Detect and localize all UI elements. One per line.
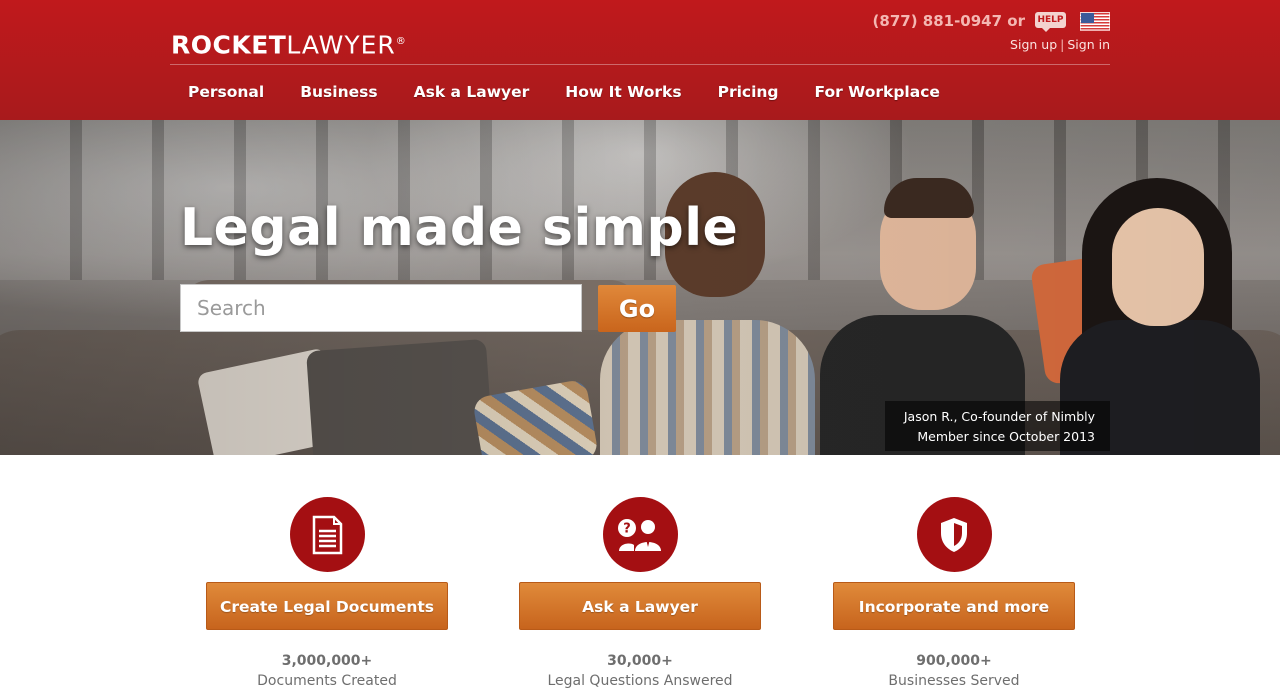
- nav-item-business[interactable]: Business: [282, 72, 395, 112]
- caption-line: Member since October 2013: [917, 429, 1095, 444]
- us-flag-icon[interactable]: [1080, 11, 1110, 31]
- logo-registered-mark: ®: [395, 36, 407, 47]
- go-button[interactable]: Go: [598, 285, 676, 332]
- help-bubble-icon[interactable]: HELP: [1035, 9, 1067, 33]
- incorporate-and-more-button[interactable]: Incorporate and more: [833, 582, 1075, 630]
- lawyer-question-icon[interactable]: ?: [602, 497, 678, 572]
- nav-item-how-it-works[interactable]: How It Works: [547, 72, 699, 112]
- document-icon[interactable]: [289, 497, 365, 572]
- auth-separator: |: [1060, 37, 1065, 52]
- nav-item-personal[interactable]: Personal: [170, 72, 282, 112]
- feature-incorporate: Incorporate and more 900,000+ Businesses…: [833, 497, 1075, 691]
- nav-item-pricing[interactable]: Pricing: [700, 72, 797, 112]
- help-bubble-tail: [1041, 27, 1051, 32]
- help-label: HELP: [1035, 12, 1066, 28]
- auth-links: Sign up | Sign in: [1010, 37, 1110, 52]
- caption-line: Jason R., Co-founder of Nimbly: [903, 409, 1095, 424]
- site-header: ROCKETLAWYER® (877) 881-0947 or HELP Sig…: [0, 0, 1280, 120]
- flag-canton: [1081, 12, 1094, 23]
- logo-light-text: LAWYER: [286, 30, 396, 60]
- stat-label: Documents Created: [257, 673, 397, 689]
- shield-icon[interactable]: [916, 497, 992, 572]
- header-divider: [170, 64, 1110, 65]
- nav-item-ask-a-lawyer[interactable]: Ask a Lawyer: [396, 72, 548, 112]
- sign-up-link[interactable]: Sign up: [1010, 37, 1057, 52]
- hero-banner: Legal made simple Go Jason R., Co-founde…: [0, 120, 1280, 455]
- stat-value: 3,000,000+: [281, 653, 373, 669]
- sign-in-link[interactable]: Sign in: [1067, 37, 1110, 52]
- create-legal-documents-button[interactable]: Create Legal Documents: [206, 582, 448, 630]
- hero-headline: Legal made simple: [180, 198, 739, 258]
- stat-value: 30,000+: [607, 653, 673, 669]
- stat-label: Legal Questions Answered: [547, 673, 733, 689]
- testimonial-caption: Jason R., Co-founder of Nimbly Member si…: [885, 401, 1110, 451]
- stat-label: Businesses Served: [888, 673, 1020, 689]
- rocket-lawyer-logo[interactable]: ROCKETLAWYER®: [171, 27, 407, 60]
- feature-ask-a-lawyer: ? Ask a Lawyer 30,000+ Legal Questions A…: [519, 497, 761, 691]
- search-input[interactable]: [180, 284, 582, 332]
- main-nav: Personal Business Ask a Lawyer How It Wo…: [170, 72, 958, 112]
- nav-item-for-workplace[interactable]: For Workplace: [797, 72, 958, 112]
- phone-number[interactable]: (877) 881-0947 or: [873, 12, 1025, 30]
- contact-row: (877) 881-0947 or HELP: [873, 8, 1110, 34]
- feature-create-documents: Create Legal Documents 3,000,000+ Docume…: [206, 497, 448, 691]
- stat-value: 900,000+: [916, 653, 992, 669]
- logo-bold-text: ROCKET: [171, 30, 287, 60]
- ask-a-lawyer-button[interactable]: Ask a Lawyer: [519, 582, 761, 630]
- svg-text:?: ?: [623, 521, 631, 536]
